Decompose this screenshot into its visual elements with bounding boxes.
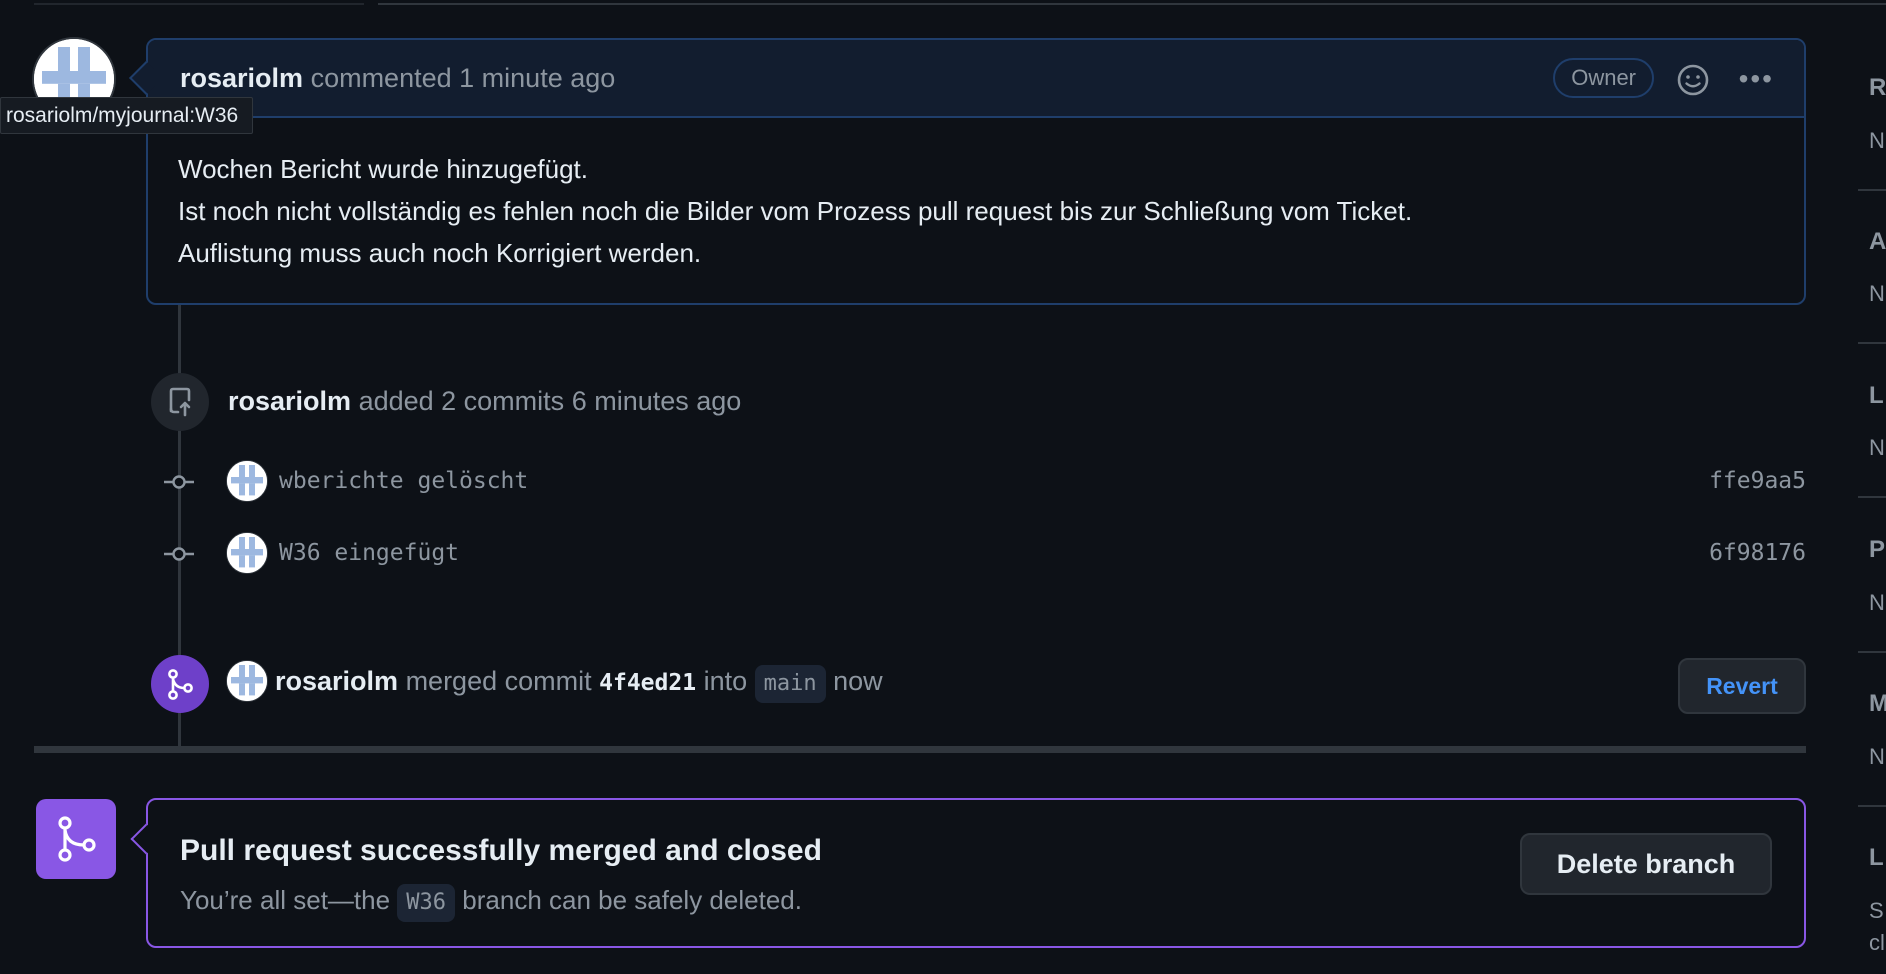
merge-status-sub-prefix: You’re all set—the	[180, 885, 391, 915]
merge-status-sub-suffix: branch can be safely deleted.	[462, 885, 802, 915]
merge-avatar[interactable]	[226, 660, 268, 702]
event-time[interactable]: 6 minutes ago	[572, 386, 742, 416]
commit-sha[interactable]: ffe9aa5	[1709, 466, 1806, 496]
sidebar-heading[interactable]: M	[1869, 690, 1886, 718]
merge-sha[interactable]: 4f4ed21	[599, 670, 696, 696]
timeline-line	[178, 430, 181, 657]
sidebar-heading[interactable]: R	[1869, 74, 1886, 102]
comment-header: rosariolm commented 1 minute ago Owner •…	[148, 40, 1804, 118]
merge-into: into	[703, 666, 748, 696]
comment-action: commented	[310, 62, 452, 93]
timeline-line	[178, 305, 181, 375]
merge-action: merged commit	[405, 666, 592, 696]
commit-message[interactable]: W36 eingefügt	[279, 538, 459, 568]
owner-badge: Owner	[1553, 58, 1654, 98]
header-divider	[378, 0, 1886, 5]
merge-status-subtitle: You’re all set—the W36 branch can be saf…	[180, 884, 802, 922]
repo-push-icon	[151, 373, 209, 431]
sidebar-value: N	[1869, 281, 1885, 306]
merge-time[interactable]: now	[833, 666, 883, 696]
kebab-menu-icon[interactable]: •••	[1739, 64, 1774, 94]
timeline-end-divider	[34, 746, 1806, 753]
sidebar-divider	[1858, 651, 1886, 653]
commit-avatar[interactable]	[226, 460, 268, 502]
comment-time[interactable]: 1 minute ago	[459, 63, 615, 94]
sidebar-value: N	[1869, 128, 1885, 153]
merge-status-pointer	[130, 823, 162, 855]
sidebar-heading[interactable]: L	[1869, 844, 1884, 872]
base-branch[interactable]: main	[754, 665, 826, 703]
comment-line: Wochen Bericht wurde hinzugefügt.	[178, 154, 588, 184]
sidebar-value: N	[1869, 590, 1885, 615]
branch-tooltip: rosariolm/myjournal:W36	[0, 97, 254, 134]
sidebar-heading[interactable]: P	[1869, 536, 1885, 564]
git-commit-icon	[164, 547, 194, 561]
identicon-icon	[227, 533, 267, 573]
sidebar-divider	[1858, 189, 1886, 191]
git-merge-icon	[36, 799, 116, 879]
tab-underline	[34, 0, 364, 5]
identicon-icon	[227, 661, 267, 701]
sidebar-divider	[1858, 805, 1886, 807]
sidebar-value: N	[1869, 435, 1885, 460]
event-author[interactable]: rosariolm	[228, 386, 351, 416]
revert-button[interactable]: Revert	[1678, 658, 1806, 714]
merge-event-text: rosariolm merged commit 4f4ed21 into mai…	[275, 664, 883, 703]
git-commit-icon	[164, 475, 194, 489]
delete-branch-button[interactable]: Delete branch	[1520, 833, 1772, 895]
timeline-line	[178, 712, 181, 748]
comment-line: Ist noch nicht vollständig es fehlen noc…	[178, 196, 1413, 226]
comment-author[interactable]: rosariolm	[180, 63, 303, 94]
merge-status-box: Pull request successfully merged and clo…	[130, 798, 1806, 948]
comment-line: Auflistung muss auch noch Korrigiert wer…	[178, 238, 702, 268]
event-action: added 2 commits	[358, 386, 565, 416]
head-branch[interactable]: W36	[397, 884, 456, 922]
git-merge-icon	[151, 655, 209, 713]
commit-sha[interactable]: 6f98176	[1709, 538, 1806, 568]
smiley-icon[interactable]	[1676, 63, 1710, 97]
commit-avatar[interactable]	[226, 532, 268, 574]
sidebar-value: S	[1869, 898, 1884, 923]
comment-body: Wochen Bericht wurde hinzugefügt. Ist no…	[148, 118, 1804, 274]
commits-event-text: rosariolm added 2 commits 6 minutes ago	[228, 384, 741, 418]
comment-box: rosariolm commented 1 minute ago Owner •…	[129, 38, 1806, 305]
sidebar-heading[interactable]: L	[1869, 382, 1884, 410]
sidebar-divider	[1858, 342, 1886, 344]
identicon-icon	[227, 461, 267, 501]
commit-message[interactable]: wberichte gelöscht	[279, 466, 528, 496]
merge-status-title: Pull request successfully merged and clo…	[180, 834, 822, 867]
merge-author[interactable]: rosariolm	[275, 666, 398, 696]
sidebar-value: cl	[1869, 930, 1885, 955]
sidebar-divider	[1858, 496, 1886, 498]
sidebar-heading[interactable]: A	[1869, 228, 1886, 256]
sidebar-value: N	[1869, 744, 1885, 769]
